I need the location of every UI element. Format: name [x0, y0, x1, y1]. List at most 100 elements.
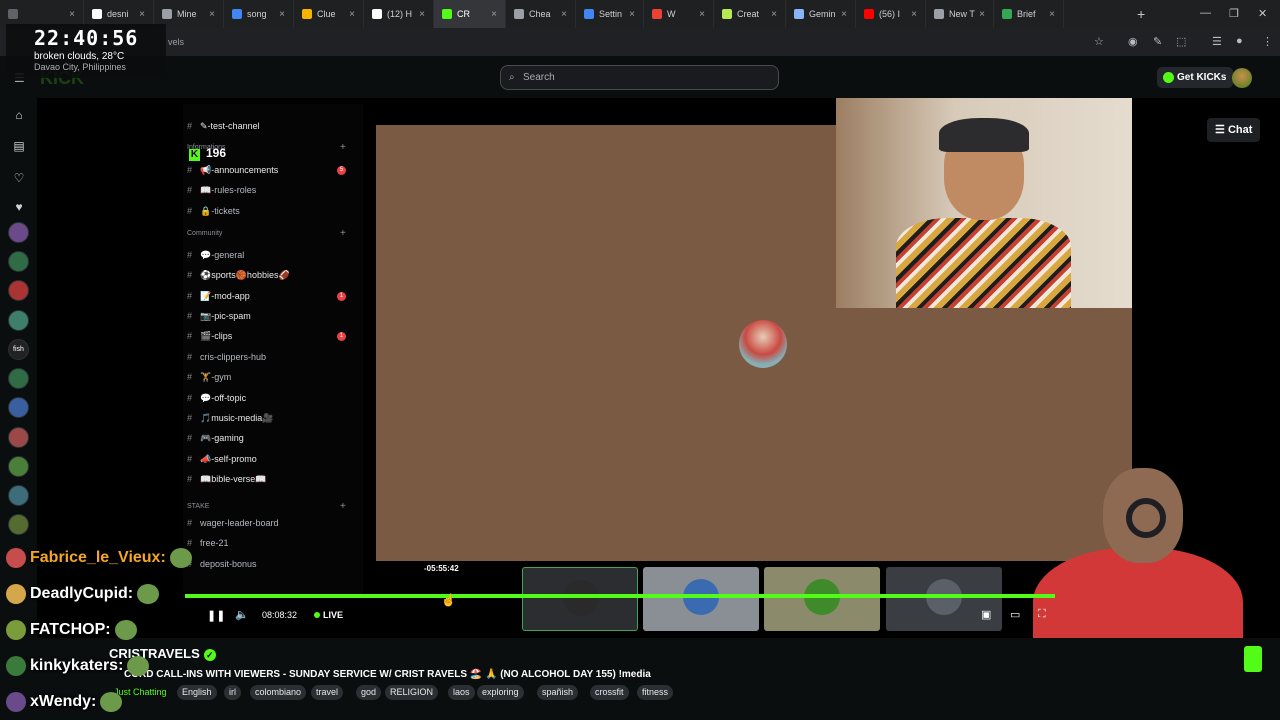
- restore-icon[interactable]: ❐: [1229, 7, 1239, 20]
- browser-tab[interactable]: CR ×: [434, 0, 506, 28]
- tab-close-icon[interactable]: ×: [139, 9, 145, 20]
- chat-toggle-button[interactable]: ☰ Chat: [1207, 118, 1261, 142]
- stream-tag[interactable]: irl: [224, 685, 241, 700]
- tab-close-icon[interactable]: ×: [911, 9, 917, 20]
- tab-favicon-icon: [794, 9, 804, 19]
- stream-tag[interactable]: laos: [448, 685, 475, 700]
- channel-label: 📖-rules-roles: [200, 185, 257, 195]
- tab-close-icon[interactable]: ×: [1049, 9, 1055, 20]
- browser-tab[interactable]: W ×: [644, 0, 714, 28]
- follow-button[interactable]: [1244, 646, 1262, 672]
- tab-close-icon[interactable]: ×: [979, 9, 985, 20]
- stream-tag[interactable]: English: [177, 685, 217, 700]
- tab-favicon-icon: [864, 9, 874, 19]
- profile-icon[interactable]: ●: [1236, 35, 1243, 47]
- browser-tab[interactable]: Settin ×: [576, 0, 644, 28]
- call-participant-tile: [643, 567, 759, 631]
- browser-tab[interactable]: Gemin ×: [786, 0, 856, 28]
- pause-button[interactable]: ❚❚: [207, 609, 225, 622]
- followed-channel-avatar[interactable]: [8, 456, 29, 477]
- stream-tag[interactable]: fitness: [637, 685, 674, 700]
- stream-tag[interactable]: colombiano: [250, 685, 307, 700]
- browser-tab[interactable]: New T ×: [926, 0, 994, 28]
- followed-channel-avatar[interactable]: [8, 485, 29, 506]
- followed-channel-avatar[interactable]: [8, 397, 29, 418]
- tab-close-icon[interactable]: ×: [699, 9, 705, 20]
- tab-close-icon[interactable]: ×: [771, 9, 777, 20]
- unread-badge: 1: [337, 292, 346, 301]
- get-kicks-button[interactable]: Get KICKs: [1157, 67, 1234, 88]
- tab-close-icon[interactable]: ×: [419, 9, 425, 20]
- tab-close-icon[interactable]: ×: [209, 9, 215, 20]
- stream-tag[interactable]: god: [356, 685, 382, 700]
- stream-tag[interactable]: exploring: [477, 685, 524, 700]
- fullscreen-icon[interactable]: ⛶: [1038, 608, 1046, 621]
- chat-username: FATCHOP:: [30, 621, 111, 639]
- followed-channel-avatar[interactable]: [8, 222, 29, 243]
- tab-close-icon[interactable]: ×: [841, 9, 847, 20]
- followed-channel-avatar[interactable]: [8, 310, 29, 331]
- minimize-icon[interactable]: —: [1200, 7, 1211, 19]
- call-participant-tile: [764, 567, 880, 631]
- extension-icon[interactable]: ◉: [1128, 35, 1138, 48]
- live-badge[interactable]: LIVE: [314, 610, 343, 620]
- theater-mode-icon[interactable]: ▭: [1010, 608, 1020, 621]
- tab-close-icon[interactable]: ×: [629, 9, 635, 20]
- tab-close-icon[interactable]: ×: [279, 9, 285, 20]
- browser-tab[interactable]: Creat ×: [714, 0, 786, 28]
- stream-tag[interactable]: crossfit: [590, 685, 629, 700]
- browser-tab[interactable]: (56) I ×: [856, 0, 926, 28]
- tab-favicon-icon: [92, 9, 102, 19]
- search-input[interactable]: ⌕ Search: [500, 65, 779, 90]
- browser-tab[interactable]: Brief ×: [994, 0, 1064, 28]
- tab-favicon-icon: [302, 9, 312, 19]
- stream-tag[interactable]: travel: [311, 685, 344, 700]
- followed-channel-avatar[interactable]: [8, 368, 29, 389]
- stream-tag[interactable]: spañish: [537, 685, 579, 700]
- tab-close-icon[interactable]: ×: [491, 9, 497, 20]
- hash-icon: #: [187, 352, 193, 362]
- add-channel-icon: +: [340, 501, 346, 512]
- new-tab-button[interactable]: +: [1137, 6, 1145, 22]
- channel-label: 📖bible-verse📖: [200, 474, 267, 484]
- close-window-icon[interactable]: ✕: [1258, 7, 1267, 20]
- chat-list-icon: ☰: [1215, 124, 1225, 136]
- tab-close-icon[interactable]: ×: [561, 9, 567, 20]
- heart-icon[interactable]: ♥: [11, 200, 27, 214]
- browser-tab[interactable]: song ×: [224, 0, 294, 28]
- video-player[interactable]: Informations + Community + STAKE + # ✎-test-cha…: [37, 98, 1280, 638]
- followed-channel-avatar[interactable]: [8, 280, 29, 301]
- add-channel-icon: +: [340, 142, 346, 153]
- extension-icon[interactable]: ✎: [1153, 35, 1162, 48]
- menu-icon[interactable]: ⋮: [1262, 35, 1273, 48]
- tab-label: desni: [107, 9, 129, 19]
- volume-icon[interactable]: 🔈: [235, 608, 249, 621]
- weather-text: broken clouds, 28°C: [34, 51, 125, 62]
- browse-icon[interactable]: ▤: [11, 139, 27, 153]
- followed-channel-avatar[interactable]: fish: [8, 339, 29, 360]
- discord-channel: # 🏋-gym: [187, 372, 231, 383]
- star-icon[interactable]: ☆: [1094, 35, 1104, 48]
- address-bar[interactable]: vels: [160, 33, 1080, 51]
- followed-channel-avatar[interactable]: [8, 251, 29, 272]
- progress-bar[interactable]: [185, 594, 1055, 598]
- puzzle-icon[interactable]: ⬚: [1176, 35, 1186, 48]
- followed-channel-avatar[interactable]: [8, 427, 29, 448]
- browser-tab[interactable]: Clue ×: [294, 0, 364, 28]
- tab-close-icon[interactable]: ×: [349, 9, 355, 20]
- user-avatar[interactable]: [1232, 68, 1252, 88]
- browser-tab[interactable]: (12) H ×: [364, 0, 434, 28]
- followed-channel-avatar[interactable]: [8, 514, 29, 535]
- browser-toolbar: vels ☆ ◉ ✎ ⬚ ☰ ● ⋮: [0, 28, 1280, 56]
- tab-favicon-icon: [232, 9, 242, 19]
- media-icon[interactable]: ☰: [1212, 35, 1222, 48]
- browser-tab[interactable]: Chea ×: [506, 0, 576, 28]
- discord-channel: # 📝-mod-app: [187, 291, 250, 302]
- stream-tag[interactable]: RELIGION: [385, 685, 439, 700]
- following-icon[interactable]: ♡: [11, 171, 27, 185]
- hash-icon: #: [187, 474, 193, 484]
- tab-favicon-icon: [442, 9, 452, 19]
- home-icon[interactable]: ⌂: [11, 108, 27, 122]
- tab-close-icon[interactable]: ×: [69, 9, 75, 20]
- picture-in-picture-icon[interactable]: ▣: [981, 608, 991, 621]
